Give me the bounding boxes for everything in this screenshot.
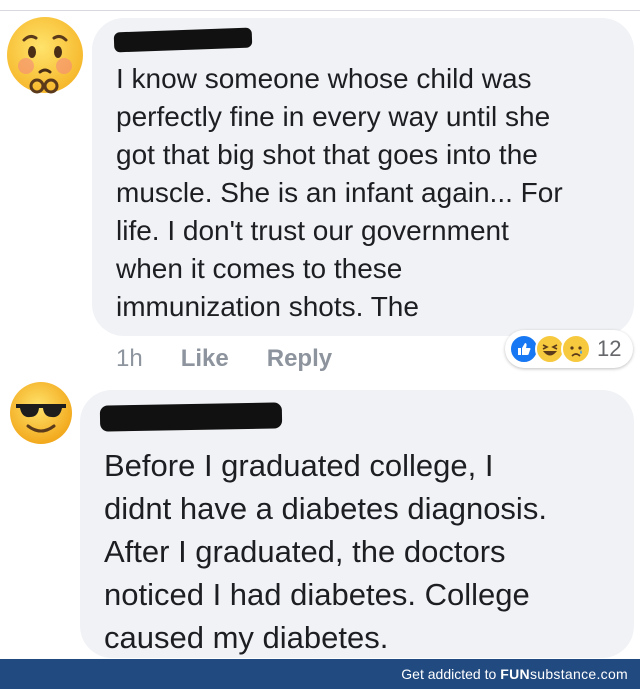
comment-line: got that big shot that goes into the (116, 139, 538, 170)
watermark-footer: Get addicted to FUNsubstance.com (0, 659, 640, 689)
comment-line: immunization shots. The (116, 291, 419, 322)
footer-brand-bold: FUN (500, 666, 530, 682)
reaction-count: 12 (597, 336, 622, 361)
comment-timestamp[interactable]: 1h (116, 345, 143, 373)
comment-line: noticed I had diabetes. College (104, 577, 530, 612)
footer-brand[interactable]: FUNsubstance.com (500, 666, 628, 682)
comment-line: Before I graduated college, I (104, 448, 494, 483)
comment-line: when it comes to these (116, 253, 403, 284)
worried-face-emoji-icon (7, 17, 83, 94)
like-button[interactable]: Like (181, 345, 229, 373)
comment-actions: 1h Like Reply (116, 342, 370, 376)
comment-text: Before I graduated college, I didnt have… (104, 444, 547, 659)
comment-line: didnt have a diabetes diagnosis. (104, 491, 547, 526)
commenter-avatar[interactable] (8, 380, 74, 446)
redacted-commenter-name (99, 402, 283, 432)
commenter-avatar[interactable] (4, 14, 86, 96)
comment-line: I know someone whose child was (116, 63, 532, 94)
comment-line: perfectly fine in every way until she (116, 101, 551, 132)
reaction-summary[interactable]: 12 (505, 330, 633, 368)
sunglasses-face-emoji-icon (10, 382, 72, 444)
comment-line: life. I don't trust our government (116, 215, 509, 246)
footer-prefix: Get addicted to (401, 666, 497, 682)
reply-button[interactable]: Reply (267, 345, 332, 373)
top-divider (0, 0, 640, 11)
comment-line: After I graduated, the doctors (104, 534, 506, 569)
comment-text: I know someone whose child was perfectly… (116, 60, 563, 326)
comment-line: caused my diabetes. (104, 620, 389, 655)
comment-line: muscle. She is an infant again... For (116, 177, 563, 208)
footer-brand-rest: substance.com (529, 666, 628, 682)
sad-reaction-icon (561, 334, 591, 364)
